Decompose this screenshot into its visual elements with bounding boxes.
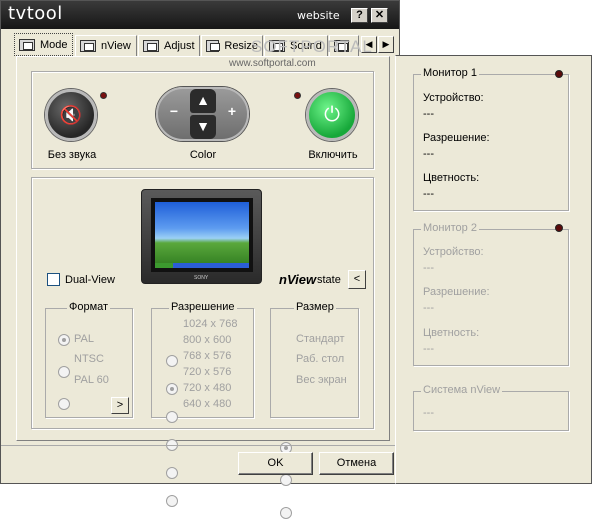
power-led	[294, 92, 301, 99]
tab-adjust[interactable]: Adjust	[138, 35, 200, 56]
main-window: tvtool website ? ✕ Mode nView Adjust Res…	[0, 0, 400, 519]
mute-led	[100, 92, 107, 99]
tab-label: nView	[101, 40, 131, 52]
resolution-option-label: 768 x 576	[183, 350, 232, 362]
tab-mode[interactable]: Mode	[14, 33, 73, 56]
tab-label: Mode	[40, 38, 68, 51]
size-title: Размер	[294, 301, 336, 313]
nview-brand: nView	[279, 272, 317, 287]
monitor-2-color-value: ---	[423, 343, 434, 355]
monitor-1-color-label: Цветность:	[423, 172, 480, 184]
dualview-checkbox[interactable]	[47, 273, 60, 286]
mode-icon	[19, 38, 35, 51]
title-bar[interactable]: tvtool website ? ✕	[1, 1, 399, 29]
adjust-icon	[143, 40, 159, 52]
resolution-option-label: 720 x 576	[183, 366, 232, 378]
mute-icon: 🔇	[59, 104, 83, 125]
nview-system-title: Система nView	[421, 384, 503, 396]
tv-preview-image: SONY	[141, 189, 262, 284]
tab-label: Adjust	[164, 40, 195, 52]
resolution-option-label: 640 x 480	[183, 398, 232, 410]
website-link[interactable]: website	[297, 9, 340, 22]
resolution-radio-720x480[interactable]	[166, 467, 178, 479]
power-button[interactable]: ⏻	[306, 89, 358, 141]
resolution-option-label: 800 x 600	[183, 334, 232, 346]
size-option-label: Вес экран	[296, 374, 347, 386]
resolution-radio-1024[interactable]	[166, 355, 178, 367]
size-radio-desktop[interactable]	[280, 474, 292, 486]
monitor-1-resolution-value: ---	[423, 148, 434, 160]
nview-system-group	[413, 391, 569, 431]
mute-label: Без звука	[47, 149, 97, 161]
close-button[interactable]: ✕	[371, 8, 388, 23]
dualview-label: Dual-View	[65, 274, 115, 286]
nview-system-value: ---	[423, 407, 434, 419]
resize-icon	[206, 40, 221, 52]
resolution-title: Разрешение	[169, 301, 237, 313]
tv-start-button	[155, 263, 173, 268]
color-minus-button[interactable]: −	[164, 103, 184, 119]
format-title: Формат	[67, 301, 111, 313]
cancel-button[interactable]: Отмена	[319, 452, 394, 475]
resolution-option-label: 1024 x 768	[183, 318, 238, 330]
color-up-button[interactable]: ▲	[190, 89, 216, 113]
monitor-1-led	[555, 70, 563, 78]
resolution-option-label: 720 x 480	[183, 382, 232, 394]
nview-icon	[80, 40, 96, 52]
resolution-radio-800[interactable]	[166, 383, 178, 395]
resolution-radio-768[interactable]	[166, 411, 178, 423]
format-radio-ntsc[interactable]	[58, 366, 70, 378]
watermark-title: SOFTPORTAL	[251, 37, 373, 56]
monitor-2-led	[555, 224, 563, 232]
tv-screen	[151, 198, 253, 272]
monitor-2-resolution-value: ---	[423, 302, 434, 314]
monitor-1-device-value: ---	[423, 108, 434, 120]
format-option-label: NTSC	[74, 353, 104, 365]
monitor-1-resolution-label: Разрешение:	[423, 132, 490, 144]
power-icon: ⏻	[324, 103, 340, 126]
monitor-1-color-value: ---	[423, 188, 434, 200]
monitor-2-resolution-label: Разрешение:	[423, 286, 490, 298]
format-radio-pal60[interactable]	[58, 398, 70, 410]
format-option-label: PAL 60	[74, 374, 109, 386]
tab-nview[interactable]: nView	[75, 35, 137, 56]
monitor-2-title: Монитор 2	[421, 222, 479, 234]
format-more-button[interactable]: >	[111, 397, 129, 414]
mute-button[interactable]: 🔇	[45, 89, 97, 141]
tv-brand: SONY	[194, 275, 209, 281]
ok-button[interactable]: OK	[238, 452, 313, 475]
size-option-label: Стандарт	[296, 333, 345, 345]
monitor-1-device-label: Устройство:	[423, 92, 484, 104]
format-option-label: PAL	[74, 333, 94, 345]
format-radio-pal[interactable]	[58, 334, 70, 346]
nview-state-label: state	[317, 274, 341, 286]
monitor-2-device-value: ---	[423, 262, 434, 274]
size-option-label: Раб. стол	[296, 353, 345, 365]
color-pad: ▲ ▼ − +	[156, 87, 249, 141]
monitor-2-device-label: Устройство:	[423, 246, 484, 258]
nview-state-button[interactable]: <	[348, 270, 366, 289]
color-plus-button[interactable]: +	[222, 103, 242, 119]
footer-divider	[1, 445, 399, 446]
resolution-radio-640[interactable]	[166, 495, 178, 507]
monitor-panel: Монитор 1 Устройство: --- Разрешение: --…	[395, 55, 592, 484]
tab-scroll-right[interactable]: ▶	[378, 36, 394, 53]
color-down-button[interactable]: ▼	[190, 115, 216, 139]
size-radio-fullscreen[interactable]	[280, 507, 292, 519]
color-label: Color	[189, 149, 217, 161]
app-title: tvtool	[8, 3, 63, 24]
monitor-2-color-label: Цветность:	[423, 327, 480, 339]
power-label: Включить	[308, 149, 358, 161]
monitor-1-title: Монитор 1	[421, 67, 479, 79]
help-button[interactable]: ?	[351, 8, 368, 23]
